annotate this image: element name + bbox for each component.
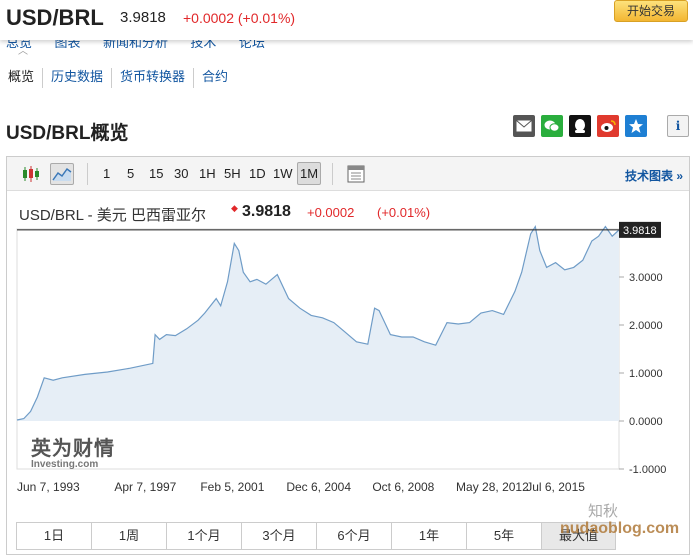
- range-3m[interactable]: 3个月: [241, 522, 316, 550]
- investing-watermark: 英为财情 Investing.com: [31, 432, 115, 470]
- main-nav-partially-hidden: 总览 图表 新闻和分析 技术 论坛: [6, 40, 306, 48]
- series-area: [17, 226, 619, 421]
- x-tick-label: Dec 6, 2004: [286, 480, 351, 494]
- weibo-icon[interactable]: [597, 115, 619, 137]
- share-toolbar: i: [513, 115, 693, 137]
- caret-up-icon: ︿: [18, 46, 28, 57]
- pair-title: USD/BRL: [6, 5, 104, 30]
- y-tick-label: 3.0000: [629, 272, 663, 284]
- chart-panel: 1 5 15 30 1H 5H 1D 1W 1M 技术图表 » USD/BRL …: [6, 156, 690, 555]
- x-tick-label: May 28, 2012: [456, 480, 529, 494]
- range-1d[interactable]: 1日: [16, 522, 91, 550]
- section-title: USD/BRL概览: [6, 123, 129, 144]
- y-tick-label: -1.0000: [629, 464, 666, 476]
- x-tick-label: Oct 6, 2008: [372, 480, 434, 494]
- site-watermark: nudaoblog.com: [560, 520, 680, 537]
- range-6m[interactable]: 6个月: [316, 522, 391, 550]
- range-1m[interactable]: 1个月: [166, 522, 241, 550]
- qq-icon[interactable]: [569, 115, 591, 137]
- nav-news[interactable]: 新闻和分析: [103, 40, 168, 48]
- x-tick-label: Apr 7, 1997: [114, 480, 176, 494]
- pair-change: +0.0002 (+0.01%): [183, 10, 296, 26]
- x-tick-label: Jul 6, 2015: [526, 480, 585, 494]
- pair-price: 3.9818: [120, 9, 166, 26]
- sticky-header: USD/BRL 3.9818 +0.0002 (+0.01%) 开始交易: [0, 0, 693, 40]
- qzone-icon[interactable]: [625, 115, 647, 137]
- sub-navigation: 概览 历史数据 货币转换器 合约: [0, 68, 236, 88]
- mail-icon[interactable]: [513, 115, 535, 137]
- nav-forum[interactable]: 论坛: [239, 40, 265, 48]
- nav-charts[interactable]: 图表: [54, 40, 80, 48]
- y-tick-label: 1.0000: [629, 368, 663, 380]
- nav-technical[interactable]: 技术: [190, 40, 216, 48]
- x-tick-label: Feb 5, 2001: [200, 480, 264, 494]
- site-watermark-cn: 知秋: [588, 503, 619, 520]
- range-selector: 1日 1周 1个月 3个月 6个月 1年 5年 最大值: [16, 522, 616, 550]
- wechat-icon[interactable]: [541, 115, 563, 137]
- subnav-historical-data[interactable]: 历史数据: [42, 68, 111, 88]
- y-tick-label: 0.0000: [629, 416, 663, 428]
- range-5y[interactable]: 5年: [466, 522, 541, 550]
- start-trading-button[interactable]: 开始交易: [614, 0, 688, 22]
- y-tick-label: 2.0000: [629, 320, 663, 332]
- subnav-contracts[interactable]: 合约: [193, 68, 236, 88]
- range-1w[interactable]: 1周: [91, 522, 166, 550]
- last-value-label: 3.9818: [623, 225, 657, 237]
- watermark-cn: 英为财情: [31, 438, 115, 460]
- info-icon[interactable]: i: [667, 115, 689, 137]
- subnav-currency-converter[interactable]: 货币转换器: [111, 68, 193, 88]
- x-tick-label: Jun 7, 1993: [17, 480, 80, 494]
- range-1y[interactable]: 1年: [391, 522, 466, 550]
- subnav-overview[interactable]: 概览: [0, 68, 42, 88]
